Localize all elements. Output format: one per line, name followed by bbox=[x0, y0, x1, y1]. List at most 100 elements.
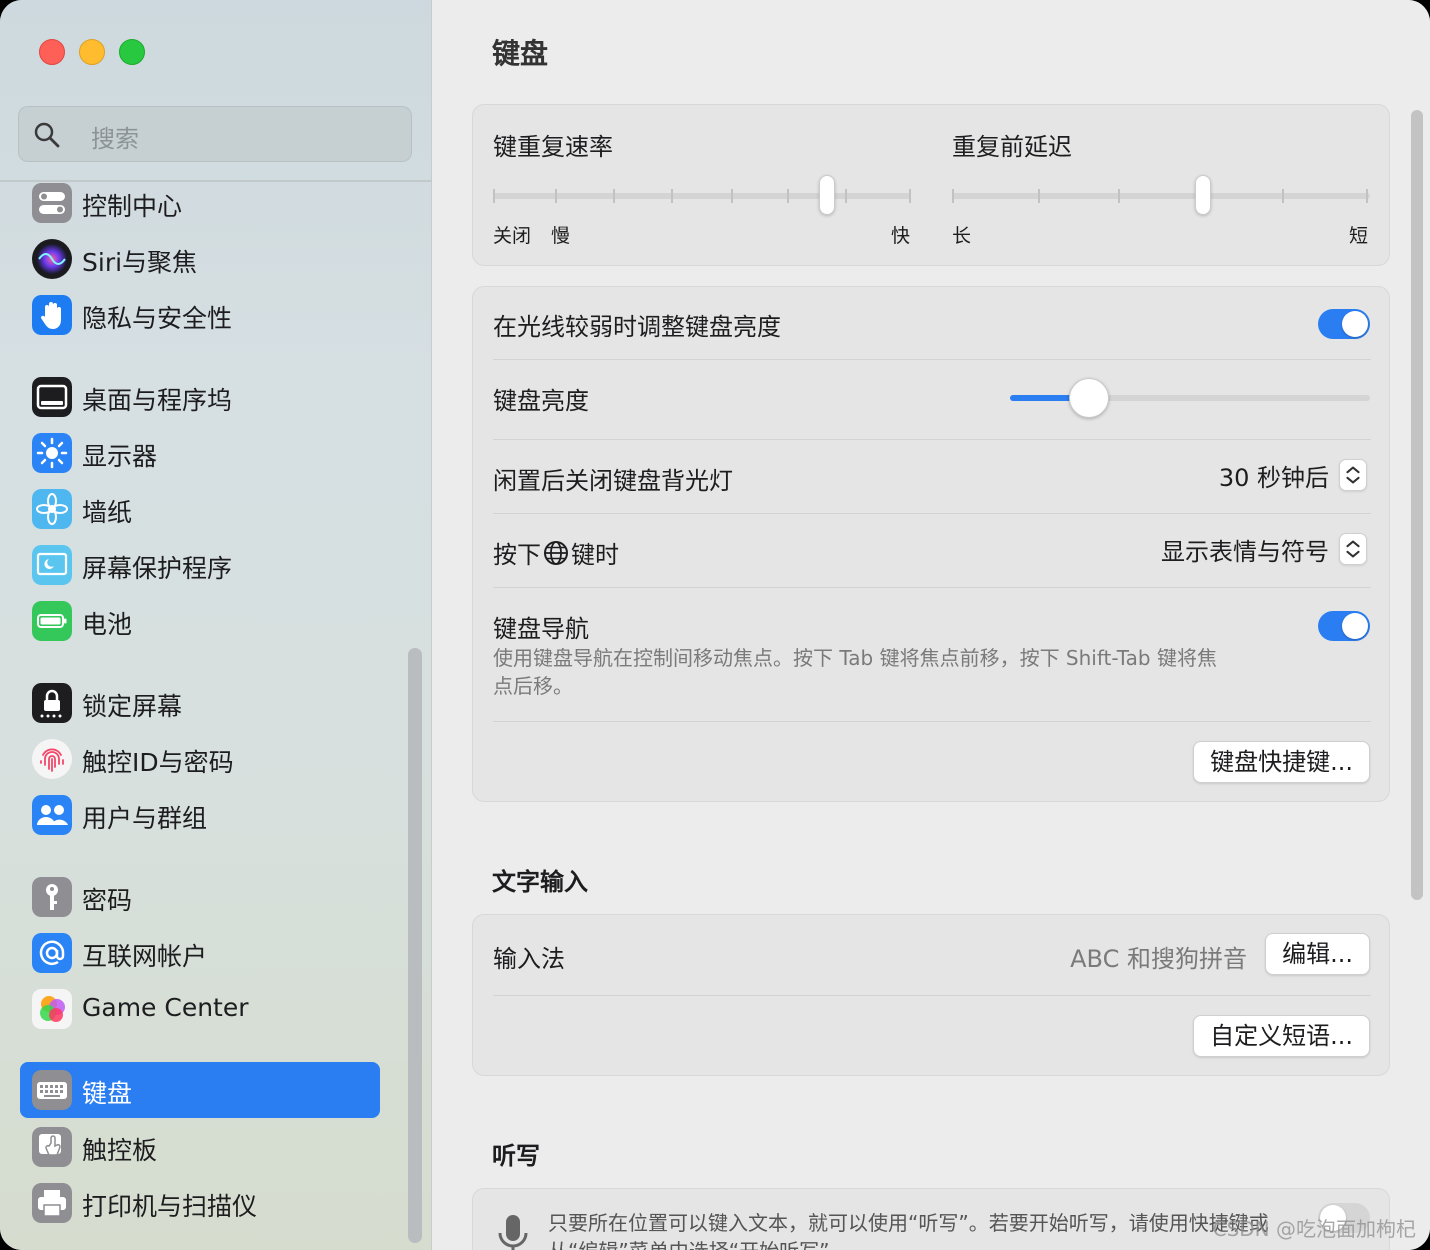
key-icon bbox=[32, 877, 72, 917]
sidebar-item-desktop-dock[interactable]: 桌面与程序坞 bbox=[20, 369, 380, 425]
at-icon bbox=[32, 933, 72, 973]
minimize-window-button[interactable] bbox=[79, 39, 105, 65]
delay-long-label: 长 bbox=[952, 225, 972, 247]
sidebar-item-wallpaper[interactable]: 墙纸 bbox=[20, 481, 380, 537]
repeat-slow-label: 慢 bbox=[551, 225, 571, 247]
sidebar-item-label: 触控ID与密码 bbox=[82, 748, 234, 777]
sidebar-item-label: 键盘 bbox=[82, 1079, 133, 1108]
delay-thumb[interactable] bbox=[1194, 175, 1211, 215]
sidebar-item-internet-accounts[interactable]: 互联网帐户 bbox=[20, 925, 380, 981]
input-method-value: ABC 和搜狗拼音 bbox=[1070, 945, 1247, 973]
brightness-label: 键盘亮度 bbox=[493, 387, 589, 415]
microphone-icon bbox=[498, 1215, 528, 1250]
sidebar-item-label: 互联网帐户 bbox=[82, 942, 208, 971]
sidebar-item-label: 控制中心 bbox=[82, 192, 183, 221]
game-center-icon bbox=[32, 989, 72, 1029]
custom-phrases-button[interactable]: 自定义短语... bbox=[1193, 1015, 1370, 1057]
keyboard-icon bbox=[32, 1070, 72, 1110]
row-divider bbox=[493, 721, 1371, 722]
zoom-window-button[interactable] bbox=[119, 39, 145, 65]
row-divider bbox=[493, 513, 1371, 514]
close-window-button[interactable] bbox=[39, 39, 65, 65]
watermark: CSDN @吃泡面加枸杞 bbox=[1212, 1217, 1416, 1241]
keyboard-nav-label: 键盘导航 bbox=[493, 615, 589, 643]
sidebar-item-battery[interactable]: 电池 bbox=[20, 593, 380, 649]
repeat-rate-label: 键重复速率 bbox=[493, 133, 613, 161]
sidebar-item-touch-id[interactable]: 触控ID与密码 bbox=[20, 731, 380, 787]
sidebar-item-label: 触控板 bbox=[82, 1136, 158, 1165]
sidebar-item-displays[interactable]: 显示器 bbox=[20, 425, 380, 481]
delay-slider[interactable] bbox=[952, 175, 1370, 217]
sidebar-item-game-center[interactable]: Game Center bbox=[20, 981, 380, 1037]
sidebar-item-printers[interactable]: 打印机与扫描仪 bbox=[20, 1175, 380, 1231]
text-input-card: 输入法 ABC 和搜狗拼音 编辑... 自定义短语... bbox=[472, 914, 1390, 1076]
row-divider bbox=[493, 359, 1371, 360]
brightness-thumb[interactable] bbox=[1069, 378, 1110, 418]
sidebar-item-label: 墙纸 bbox=[82, 498, 133, 527]
chevron-updown-icon bbox=[1339, 533, 1367, 565]
sidebar-item-label: 电池 bbox=[82, 610, 133, 639]
fingerprint-icon bbox=[32, 739, 72, 779]
text-input-heading: 文字输入 bbox=[492, 868, 588, 896]
lock-icon bbox=[32, 683, 72, 723]
delay-short-label: 短 bbox=[1349, 225, 1369, 247]
sidebar-item-label: 密码 bbox=[82, 886, 133, 915]
sidebar: 搜索 控制中心 Siri与聚焦 隐私与安全性 桌面与程序坞 显示器 墙纸 屏幕保… bbox=[0, 0, 432, 1250]
sidebar-item-siri[interactable]: Siri与聚焦 bbox=[20, 231, 380, 287]
sidebar-item-keyboard[interactable]: 键盘 bbox=[20, 1062, 380, 1118]
dictation-description: 只要所在位置可以键入文本，就可以使用“听写”。若要开始听写，请使用快捷键或 从“… bbox=[548, 1211, 1269, 1250]
users-icon bbox=[32, 795, 72, 835]
sidebar-item-label: 显示器 bbox=[82, 442, 158, 471]
idle-backlight-value: 30 秒钟后 bbox=[1218, 463, 1329, 492]
chevron-updown-icon bbox=[1339, 459, 1367, 491]
control-center-icon bbox=[32, 183, 72, 223]
backlight-card: 在光线较弱时调整键盘亮度 键盘亮度 闲置后关闭键盘背光灯 30 秒钟后 按下 键… bbox=[472, 286, 1390, 802]
sidebar-item-screen-saver[interactable]: 屏幕保护程序 bbox=[20, 537, 380, 593]
adjust-brightness-toggle[interactable] bbox=[1318, 309, 1370, 339]
page-title: 键盘 bbox=[492, 37, 549, 70]
sidebar-item-lock-screen[interactable]: 锁定屏幕 bbox=[20, 675, 380, 731]
idle-backlight-label: 闲置后关闭键盘背光灯 bbox=[493, 467, 733, 495]
row-divider bbox=[493, 995, 1371, 996]
sidebar-item-label: 用户与群组 bbox=[82, 804, 208, 833]
settings-window: 搜索 控制中心 Siri与聚焦 隐私与安全性 桌面与程序坞 显示器 墙纸 屏幕保… bbox=[0, 0, 1430, 1250]
hand-icon bbox=[32, 295, 72, 335]
idle-backlight-popup[interactable]: 30 秒钟后 bbox=[1219, 457, 1367, 493]
main-scrollbar[interactable] bbox=[1408, 104, 1426, 1250]
sidebar-item-label: 桌面与程序坞 bbox=[82, 386, 233, 415]
repeat-fast-label: 快 bbox=[891, 225, 911, 247]
repeat-settings-card: 键重复速率 关闭 慢 快 重复前延迟 长 短 bbox=[472, 104, 1390, 266]
search-field[interactable]: 搜索 bbox=[18, 106, 412, 162]
repeat-rate-slider[interactable] bbox=[493, 175, 911, 217]
repeat-rate-thumb[interactable] bbox=[819, 175, 836, 215]
sidebar-item-passwords[interactable]: 密码 bbox=[20, 869, 380, 925]
sidebar-scrollbar[interactable] bbox=[408, 648, 422, 1243]
sidebar-item-label: Game Center bbox=[82, 993, 249, 1022]
sidebar-item-privacy[interactable]: 隐私与安全性 bbox=[20, 287, 380, 343]
sidebar-item-label: 屏幕保护程序 bbox=[82, 554, 233, 583]
screensaver-icon bbox=[32, 545, 72, 585]
siri-icon bbox=[32, 239, 72, 279]
globe-key-popup[interactable]: 显示表情与符号 bbox=[1161, 531, 1367, 567]
sidebar-item-control-center[interactable]: 控制中心 bbox=[20, 175, 380, 231]
globe-key-label: 按下 键时 bbox=[493, 535, 619, 570]
keyboard-nav-toggle[interactable] bbox=[1318, 611, 1370, 641]
keyboard-shortcuts-button[interactable]: 键盘快捷键... bbox=[1193, 741, 1370, 783]
row-divider bbox=[493, 439, 1371, 440]
main-pane: 键盘 键重复速率 关闭 慢 快 重复前延迟 长 短 在光线较弱时调整键盘亮度 键… bbox=[432, 0, 1430, 1250]
sidebar-item-label: 隐私与安全性 bbox=[82, 304, 233, 333]
delay-label: 重复前延迟 bbox=[952, 133, 1072, 161]
brightness-slider[interactable] bbox=[1010, 377, 1370, 419]
globe-key-value: 显示表情与符号 bbox=[1161, 537, 1329, 566]
sidebar-item-label: 打印机与扫描仪 bbox=[82, 1192, 258, 1221]
edit-input-methods-button[interactable]: 编辑... bbox=[1265, 933, 1370, 975]
sidebar-item-label: Siri与聚焦 bbox=[82, 248, 198, 277]
repeat-off-label: 关闭 bbox=[493, 225, 532, 247]
sidebar-item-users[interactable]: 用户与群组 bbox=[20, 787, 380, 843]
row-divider bbox=[493, 587, 1371, 588]
keyboard-nav-description: 使用键盘导航在控制间移动焦点。按下 Tab 键将焦点前移，按下 Shift-Ta… bbox=[493, 646, 1217, 698]
sidebar-item-trackpad[interactable]: 触控板 bbox=[20, 1119, 380, 1175]
flower-icon bbox=[32, 489, 72, 529]
dictation-heading: 听写 bbox=[492, 1142, 540, 1170]
search-placeholder: 搜索 bbox=[91, 125, 139, 153]
